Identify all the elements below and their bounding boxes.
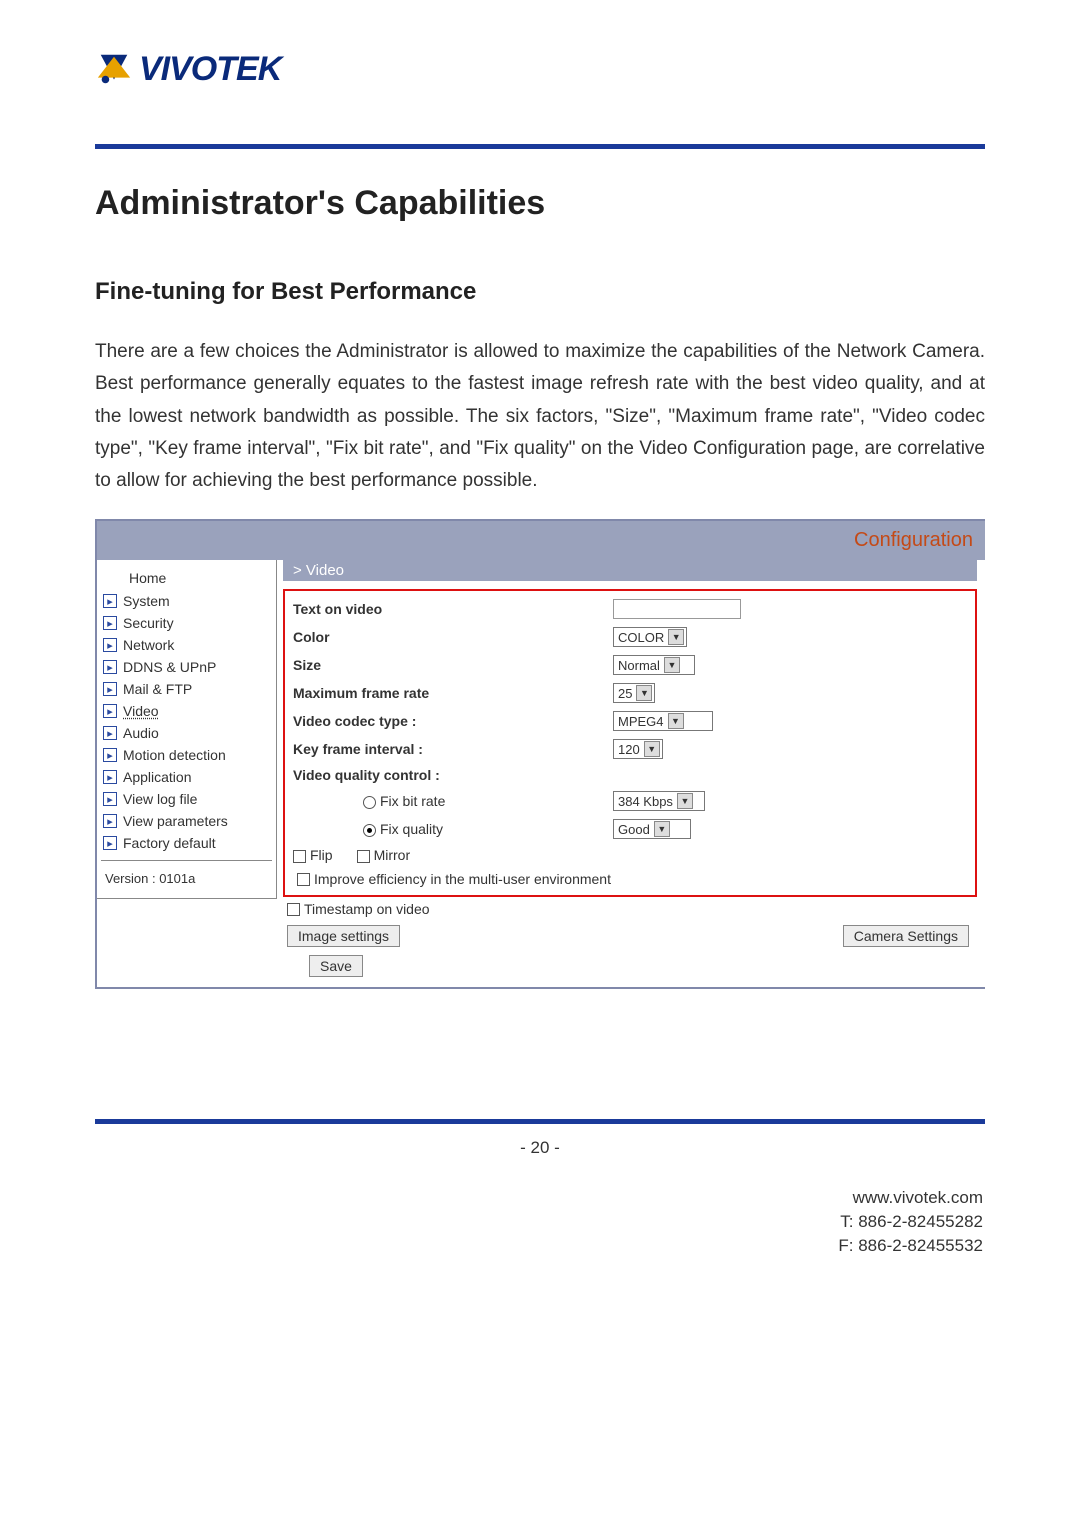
radio-icon [363, 796, 376, 809]
sidebar-item-video[interactable]: ▸ Video [101, 700, 272, 722]
sidebar-item-label: View log file [123, 791, 197, 807]
keyframe-label: Key frame interval : [293, 741, 613, 757]
fix-quality-option[interactable]: Fix quality [293, 821, 613, 837]
expand-icon: ▸ [103, 594, 117, 608]
sidebar-item-mail[interactable]: ▸ Mail & FTP [101, 678, 272, 700]
sidebar-item-viewlog[interactable]: ▸ View log file [101, 788, 272, 810]
mirror-checkbox[interactable]: Mirror [357, 847, 411, 863]
codec-label: Video codec type : [293, 713, 613, 729]
expand-icon: ▸ [103, 770, 117, 784]
version-text: Version : 0101a [101, 860, 272, 890]
sidebar-item-motion[interactable]: ▸ Motion detection [101, 744, 272, 766]
sidebar-item-audio[interactable]: ▸ Audio [101, 722, 272, 744]
header-divider [95, 144, 985, 149]
size-label: Size [293, 657, 613, 673]
page-title: Administrator's Capabilities [95, 184, 985, 223]
image-settings-button[interactable]: Image settings [287, 925, 400, 947]
sidebar-item-label: Video [123, 703, 159, 719]
page-number: - 20 - [95, 1138, 985, 1158]
save-button[interactable]: Save [309, 955, 363, 977]
text-on-video-label: Text on video [293, 601, 613, 617]
color-label: Color [293, 629, 613, 645]
sidebar-item-label: Application [123, 769, 192, 785]
sidebar-item-ddns[interactable]: ▸ DDNS & UPnP [101, 656, 272, 678]
size-select[interactable]: Normal▼ [613, 655, 695, 675]
expand-icon: ▸ [103, 814, 117, 828]
footer-divider [95, 1119, 985, 1124]
sidebar-item-label: Mail & FTP [123, 681, 192, 697]
sidebar-item-security[interactable]: ▸ Security [101, 612, 272, 634]
sidebar-item-viewparams[interactable]: ▸ View parameters [101, 810, 272, 832]
sidebar: Home ▸ System ▸ Security ▸ Network ▸ DDNS & … [97, 560, 277, 899]
timestamp-checkbox[interactable]: Timestamp on video [283, 897, 977, 921]
fix-bitrate-select[interactable]: 384 Kbps▼ [613, 791, 705, 811]
footer-url: www.vivotek.com [95, 1186, 983, 1210]
expand-icon: ▸ [103, 748, 117, 762]
chevron-down-icon: ▼ [664, 657, 680, 673]
chevron-down-icon: ▼ [644, 741, 660, 757]
checkbox-icon [287, 903, 300, 916]
logo-text: VIVOTEK [139, 50, 281, 89]
expand-icon: ▸ [103, 792, 117, 806]
chevron-down-icon: ▼ [636, 685, 652, 701]
config-main: > Video Text on video Color COLOR▼ Size … [283, 560, 985, 987]
sidebar-home[interactable]: Home [101, 566, 272, 590]
sidebar-item-label: View parameters [123, 813, 228, 829]
footer-fax: F: 886-2-82455532 [95, 1234, 983, 1258]
radio-checked-icon [363, 824, 376, 837]
chevron-down-icon: ▼ [668, 713, 684, 729]
expand-icon: ▸ [103, 616, 117, 630]
sidebar-item-factory[interactable]: ▸ Factory default [101, 832, 272, 854]
sidebar-item-label: DDNS & UPnP [123, 659, 216, 675]
text-on-video-input[interactable] [613, 599, 741, 619]
fix-quality-select[interactable]: Good▼ [613, 819, 691, 839]
sidebar-item-label: Audio [123, 725, 159, 741]
flip-checkbox[interactable]: Flip [293, 847, 333, 863]
footer-tel: T: 886-2-82455282 [95, 1210, 983, 1234]
expand-icon: ▸ [103, 682, 117, 696]
sidebar-item-system[interactable]: ▸ System [101, 590, 272, 612]
max-frame-select[interactable]: 25▼ [613, 683, 655, 703]
section-title: Fine-tuning for Best Performance [95, 278, 985, 306]
brand-logo: VIVOTEK [95, 50, 985, 89]
color-select[interactable]: COLOR▼ [613, 627, 687, 647]
codec-select[interactable]: MPEG4▼ [613, 711, 713, 731]
max-frame-label: Maximum frame rate [293, 685, 613, 701]
sidebar-item-network[interactable]: ▸ Network [101, 634, 272, 656]
sidebar-item-application[interactable]: ▸ Application [101, 766, 272, 788]
config-header: Configuration [97, 521, 985, 560]
expand-icon: ▸ [103, 836, 117, 850]
checkbox-icon [357, 850, 370, 863]
chevron-down-icon: ▼ [677, 793, 693, 809]
expand-icon: ▸ [103, 660, 117, 674]
sidebar-item-label: System [123, 593, 170, 609]
improve-efficiency-checkbox[interactable]: Improve efficiency in the multi-user env… [293, 867, 967, 891]
footer-contact: www.vivotek.com T: 886-2-82455282 F: 886… [95, 1186, 985, 1257]
intro-paragraph: There are a few choices the Administrato… [95, 336, 985, 497]
config-screenshot: Configuration Home ▸ System ▸ Security ▸ Ne… [95, 519, 985, 989]
logo-mark-icon [95, 51, 133, 89]
highlighted-settings: Text on video Color COLOR▼ Size Normal▼ … [283, 589, 977, 897]
keyframe-select[interactable]: 120▼ [613, 739, 663, 759]
expand-icon: ▸ [103, 704, 117, 718]
sidebar-item-label: Motion detection [123, 747, 226, 763]
sidebar-item-label: Security [123, 615, 174, 631]
sidebar-item-label: Factory default [123, 835, 216, 851]
sidebar-item-label: Network [123, 637, 174, 653]
chevron-down-icon: ▼ [654, 821, 670, 837]
quality-control-label: Video quality control : [293, 767, 613, 783]
breadcrumb: > Video [283, 560, 977, 581]
camera-settings-button[interactable]: Camera Settings [843, 925, 969, 947]
checkbox-icon [293, 850, 306, 863]
fix-bitrate-option[interactable]: Fix bit rate [293, 793, 613, 809]
chevron-down-icon: ▼ [668, 629, 684, 645]
expand-icon: ▸ [103, 638, 117, 652]
expand-icon: ▸ [103, 726, 117, 740]
checkbox-icon [297, 873, 310, 886]
